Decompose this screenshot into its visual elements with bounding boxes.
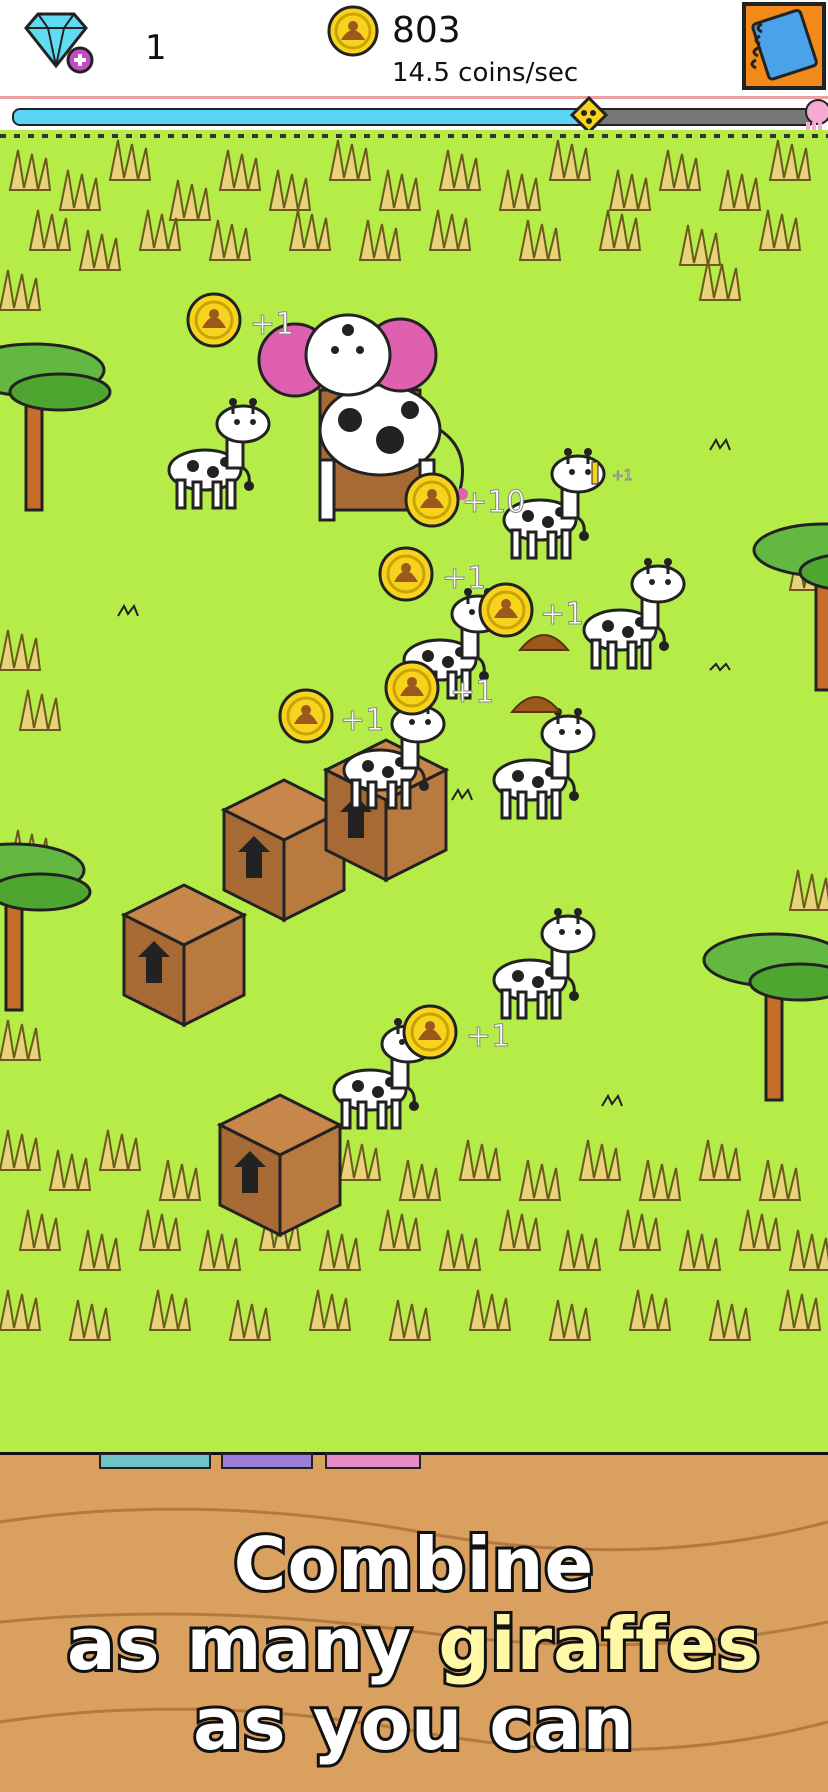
caption-line-3: as you can (190, 1679, 637, 1769)
plus-text: +1 (612, 468, 633, 484)
evolution-book-icon (750, 8, 818, 81)
plus-text: +1 (442, 561, 486, 596)
evolution-book-button[interactable] (742, 2, 826, 90)
field-scenery: +1 +10 +1 +1 +1 +1 +1 +1 (0, 134, 828, 1341)
game-field[interactable]: +1 +10 +1 +1 +1 +1 +1 +1 (0, 130, 828, 1460)
evolution-progress-fill (14, 110, 582, 124)
plus-text: +1 (466, 1019, 510, 1054)
grass-top (0, 139, 811, 311)
giraffe (492, 706, 596, 820)
plus-text: +1 (540, 597, 584, 632)
poop-coin (186, 292, 242, 348)
wood-panel: Combine as many giraffes as you can (0, 1452, 828, 1792)
plus-text: +1 (340, 703, 384, 738)
giraffe (492, 906, 596, 1020)
coin-count: 803 (392, 10, 461, 51)
poop-coin-icon (327, 5, 379, 57)
gem-count: 1 (145, 28, 167, 68)
caption-line-2a: as many (64, 1599, 439, 1689)
progress-marker-icon (570, 96, 608, 134)
giraffe (582, 556, 686, 670)
caption-line-1: Combine (231, 1519, 597, 1609)
poop-coin (378, 546, 434, 602)
diamond-plus-icon[interactable] (18, 8, 96, 74)
giraffe (167, 396, 271, 510)
poop-coin (478, 582, 534, 638)
plus-text: +1 (250, 307, 294, 342)
evolution-progress-bar (12, 108, 816, 126)
plus-text: +10 (462, 485, 525, 520)
plus-text: +1 (450, 675, 494, 710)
poop-coin (278, 688, 334, 744)
poop-coin (402, 1004, 458, 1060)
coin-rate: 14.5 coins/sec (392, 58, 579, 88)
caption-line-2: as many giraffes (0, 1599, 828, 1689)
poop-coin (384, 660, 440, 716)
upgrade-crate (218, 1093, 342, 1237)
caption-highlight: giraffes (435, 1599, 763, 1689)
upgrade-crate (122, 883, 246, 1027)
top-hud: 1 803 14.5 coins/sec (0, 0, 828, 99)
poop-coin (404, 472, 460, 528)
